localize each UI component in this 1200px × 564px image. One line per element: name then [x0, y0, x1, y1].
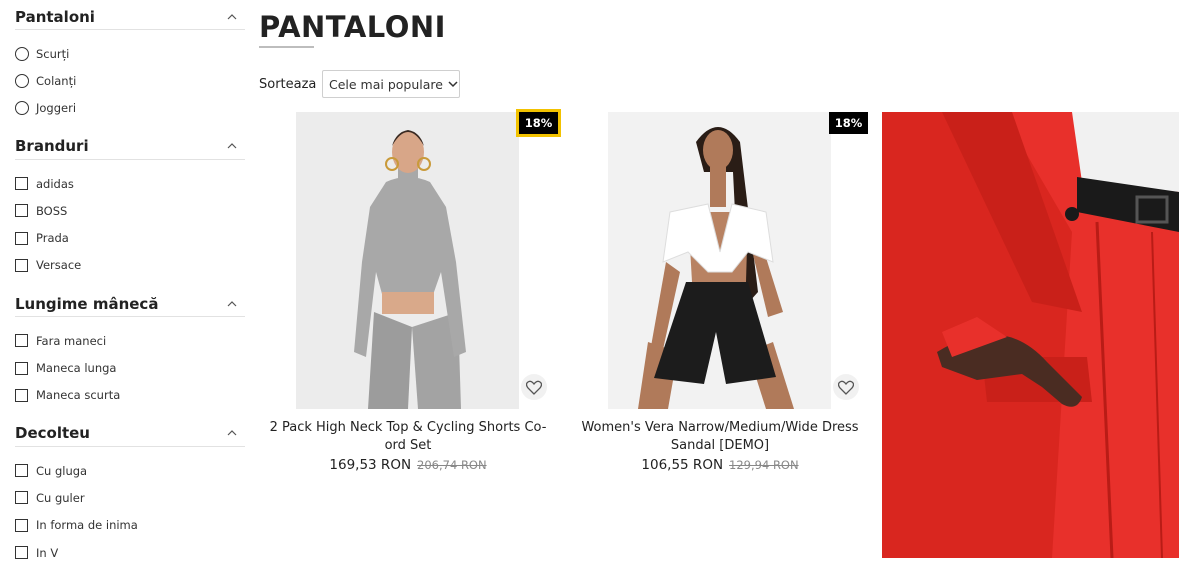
filter-title: Branduri [15, 137, 89, 156]
filter-option-label: Maneca lunga [36, 361, 117, 376]
filter-header-decolteu[interactable]: Decolteu [15, 417, 245, 447]
filter-option[interactable]: adidas [15, 170, 245, 197]
checkbox[interactable] [15, 177, 28, 191]
filter-section-lungime-maneca: Lungime mânecă Fara maneci Maneca lunga … [15, 287, 245, 409]
checkbox[interactable] [15, 491, 28, 505]
filter-option[interactable]: Cu gluga [15, 457, 245, 484]
filter-option-label: Versace [36, 258, 82, 273]
filter-option-label: Cu guler [36, 490, 85, 505]
filter-option-label: Colanți [36, 73, 77, 88]
filter-title: Lungime mânecă [15, 294, 159, 313]
filter-title: Decolteu [15, 424, 90, 443]
checkbox[interactable] [15, 388, 28, 402]
filter-section-decolteu: Decolteu Cu gluga Cu guler In forma de i… [15, 417, 245, 564]
heart-icon [838, 380, 854, 395]
filter-option[interactable]: In forma de inima [15, 512, 245, 539]
filter-option[interactable]: In V [15, 539, 245, 564]
filter-section-branduri: Branduri adidas BOSS Prada Versace [15, 130, 245, 279]
checkbox[interactable] [15, 231, 28, 245]
promo-banner-image[interactable] [882, 112, 1179, 558]
sort-label: Sorteaza [259, 77, 317, 92]
filter-header-lungime-maneca[interactable]: Lungime mânecă [15, 287, 245, 318]
current-price: 169,53 RON [329, 457, 412, 473]
product-name[interactable]: 2 Pack High Neck Top & Cycling Shorts Co… [259, 419, 557, 455]
filter-option-label: Fara maneci [36, 333, 107, 348]
radio-button[interactable] [15, 101, 29, 116]
filter-option-label: adidas [36, 176, 74, 191]
filter-option[interactable]: Colanți [15, 67, 245, 94]
filter-option-label: Maneca scurta [36, 388, 121, 403]
filter-section-pantaloni: Pantaloni Scurți Colanți Joggeri [15, 0, 245, 122]
checkbox[interactable] [15, 361, 28, 375]
filter-option-label: Cu gluga [36, 463, 88, 478]
filter-option-label: Joggeri [36, 101, 77, 116]
filter-option[interactable]: Joggeri [15, 95, 245, 122]
chevron-up-icon [227, 430, 237, 436]
sort-select-value: Cele mai populare [329, 76, 443, 92]
product-image[interactable] [608, 112, 831, 409]
checkbox[interactable] [15, 518, 28, 532]
checkbox[interactable] [15, 204, 28, 218]
filter-option-label: In V [36, 545, 59, 560]
filter-option[interactable]: Maneca scurta [15, 382, 245, 409]
checkbox[interactable] [15, 334, 28, 348]
filter-option[interactable]: Maneca lunga [15, 354, 245, 381]
filter-option-label: BOSS [36, 203, 68, 218]
checkbox[interactable] [15, 464, 28, 478]
chevron-down-icon [448, 81, 458, 88]
filter-option-label: Prada [36, 231, 69, 246]
filter-option[interactable]: Cu guler [15, 484, 245, 511]
product-prices: 169,53 RON 206,74 RON [259, 457, 557, 473]
old-price: 206,74 RON [417, 458, 487, 472]
heart-icon [526, 380, 542, 395]
sort-select[interactable]: Cele mai populare [322, 70, 460, 98]
product-image[interactable] [296, 112, 519, 409]
chevron-up-icon [227, 143, 237, 149]
filter-title: Pantaloni [15, 7, 95, 26]
filter-header-pantaloni[interactable]: Pantaloni [15, 0, 245, 30]
filter-option-label: In forma de inima [36, 518, 138, 533]
filter-sidebar: Pantaloni Scurți Colanți Joggeri Brandur… [15, 0, 245, 564]
filter-option[interactable]: BOSS [15, 197, 245, 224]
checkbox[interactable] [15, 546, 28, 559]
discount-badge: 18% [516, 109, 561, 137]
product-prices: 106,55 RON 129,94 RON [571, 457, 869, 473]
filter-option-label: Scurți [36, 46, 70, 61]
wishlist-heart-button[interactable] [521, 374, 547, 400]
product-name[interactable]: Women's Vera Narrow/Medium/Wide Dress Sa… [571, 419, 869, 455]
chevron-up-icon [227, 300, 237, 307]
title-underline [259, 46, 314, 48]
radio-button[interactable] [15, 73, 29, 88]
old-price: 129,94 RON [729, 458, 799, 472]
current-price: 106,55 RON [641, 457, 724, 473]
radio-button[interactable] [15, 46, 29, 61]
filter-option[interactable]: Scurți [15, 40, 245, 67]
discount-badge: 18% [829, 112, 868, 134]
page-title: PANTALONI [259, 10, 446, 44]
checkbox[interactable] [15, 258, 28, 272]
filter-option[interactable]: Prada [15, 224, 245, 251]
chevron-up-icon [227, 13, 237, 19]
filter-header-branduri[interactable]: Branduri [15, 130, 245, 160]
filter-option[interactable]: Versace [15, 252, 245, 279]
wishlist-heart-button[interactable] [833, 374, 859, 400]
filter-option[interactable]: Fara maneci [15, 327, 245, 354]
